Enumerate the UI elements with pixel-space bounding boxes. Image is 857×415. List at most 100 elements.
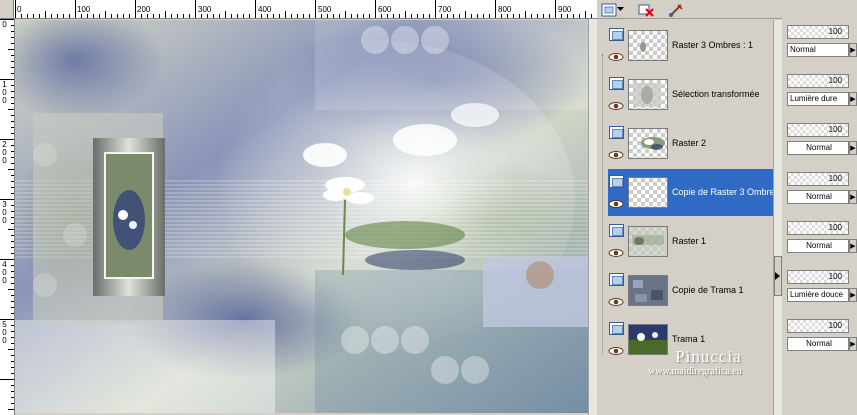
ruler-tick <box>93 14 94 18</box>
ruler-tick <box>11 145 14 146</box>
opacity-field[interactable]: 100 <box>787 319 849 333</box>
ruler-tick <box>291 14 292 18</box>
ruler-label: 800 <box>498 5 512 14</box>
ruler-tick <box>11 157 14 158</box>
blend-mode-select[interactable]: Normal <box>787 239 849 253</box>
opacity-field[interactable]: 100 <box>787 221 849 235</box>
layer-list: Raster 3 Ombres : 1 Sélection transformé… <box>597 20 782 415</box>
blend-dropdown-arrow-icon[interactable]: ▶ <box>849 141 857 155</box>
ruler-tick <box>549 14 550 18</box>
layer-thumbnail <box>628 275 668 306</box>
ruler-tick <box>579 14 580 18</box>
layer-row[interactable]: Copie de Trama 1 <box>608 267 773 314</box>
ruler-tick <box>267 14 268 18</box>
ruler-tick <box>297 14 298 18</box>
ruler-tick <box>519 14 520 18</box>
ruler-tick <box>237 14 238 18</box>
layer-name: Raster 3 Ombres : 1 <box>672 40 754 50</box>
layer-row[interactable]: Sélection transformée <box>608 71 773 118</box>
opacity-field[interactable]: 100 <box>787 270 849 284</box>
ruler-tick <box>11 307 14 308</box>
layer-thumbnail <box>628 324 668 355</box>
blend-dropdown-arrow-icon[interactable]: ▶ <box>849 288 857 302</box>
layer-row[interactable]: Raster 1 <box>608 218 773 265</box>
blend-dropdown-arrow-icon[interactable]: ▶ <box>849 92 857 106</box>
layers-scrollbar[interactable] <box>773 20 782 415</box>
raster-layer-icon <box>609 28 624 41</box>
canvas-scrollbar[interactable] <box>588 19 597 415</box>
ruler-label: 400 <box>2 260 7 285</box>
ruler-tick <box>105 11 106 18</box>
blend-mode-select[interactable]: Lumière douce <box>787 288 849 302</box>
ruler-tick <box>117 14 118 18</box>
ruler-tick <box>183 14 184 18</box>
ruler-tick <box>11 277 14 278</box>
layer-row-selected[interactable]: Copie de Raster 3 Ombres <box>608 169 776 216</box>
blend-mode-select[interactable]: Normal <box>787 337 849 351</box>
blend-dropdown-arrow-icon[interactable]: ▶ <box>849 190 857 204</box>
raster-layer-icon <box>609 77 624 90</box>
vertical-ruler: 0 100 200 300 400 500 <box>0 19 15 415</box>
opacity-field[interactable]: 100 <box>787 25 849 39</box>
ruler-tick <box>435 0 436 18</box>
image-canvas[interactable] <box>15 20 588 413</box>
ruler-tick <box>351 14 352 18</box>
visibility-eye-icon[interactable] <box>608 52 624 62</box>
ruler-tick <box>0 379 14 380</box>
ruler-tick <box>123 14 124 18</box>
ruler-tick <box>567 14 568 18</box>
blend-dropdown-arrow-icon[interactable]: ▶ <box>849 239 857 253</box>
ruler-tick <box>11 331 14 332</box>
ruler-tick <box>591 14 592 18</box>
visibility-eye-icon[interactable] <box>608 101 624 111</box>
visibility-eye-icon[interactable] <box>608 199 624 209</box>
ruler-tick <box>11 241 14 242</box>
ruler-label: 200 <box>137 5 151 14</box>
ruler-tick <box>357 14 358 18</box>
visibility-eye-icon[interactable] <box>608 150 624 160</box>
opacity-field[interactable]: 100 <box>787 123 849 137</box>
visibility-eye-icon[interactable] <box>608 297 624 307</box>
dropdown-icon[interactable] <box>615 1 625 18</box>
ruler-tick <box>255 0 256 18</box>
ruler-tick <box>453 14 454 18</box>
ruler-tick <box>11 223 14 224</box>
blend-mode-select[interactable]: Normal <box>787 190 849 204</box>
ruler-tick <box>11 367 14 368</box>
ruler-tick <box>369 14 370 18</box>
ruler-tick <box>405 11 406 18</box>
opacity-field[interactable]: 100 <box>787 172 849 186</box>
ruler-tick <box>261 14 262 18</box>
ruler-tick <box>213 14 214 18</box>
ruler-tick <box>11 253 14 254</box>
ruler-tick <box>8 169 14 170</box>
layer-row[interactable]: Raster 2 <box>608 120 773 167</box>
blend-dropdown-arrow-icon[interactable]: ▶ <box>849 43 857 57</box>
visibility-eye-icon[interactable] <box>608 248 624 258</box>
blend-mode-select[interactable]: Normal <box>787 43 849 57</box>
edit-brush-icon[interactable] <box>665 1 687 18</box>
blend-mode-select[interactable]: Normal <box>787 141 849 155</box>
ruler-tick <box>441 14 442 18</box>
ruler-tick <box>531 14 532 18</box>
ruler-tick <box>165 11 166 18</box>
delete-layer-icon[interactable] <box>635 1 657 18</box>
layer-name: Copie de Trama 1 <box>672 285 744 295</box>
ruler-tick <box>11 355 14 356</box>
ruler-tick <box>11 205 14 206</box>
ruler-tick <box>11 31 14 32</box>
blend-dropdown-arrow-icon[interactable]: ▶ <box>849 337 857 351</box>
opacity-field[interactable]: 100 <box>787 74 849 88</box>
layer-row[interactable]: Trama 1 <box>608 316 773 363</box>
ruler-tick <box>15 0 16 18</box>
layer-name: Raster 1 <box>672 236 707 246</box>
ruler-tick <box>171 14 172 18</box>
ruler-tick <box>189 14 190 18</box>
ruler-label: 300 <box>2 200 7 225</box>
visibility-eye-icon[interactable] <box>608 346 624 356</box>
ruler-corner <box>0 0 14 18</box>
ruler-label: 100 <box>77 5 91 14</box>
layer-row[interactable]: Raster 3 Ombres : 1 <box>608 22 773 69</box>
blend-mode-select[interactable]: Lumière dure <box>787 92 849 106</box>
ruler-tick <box>147 14 148 18</box>
